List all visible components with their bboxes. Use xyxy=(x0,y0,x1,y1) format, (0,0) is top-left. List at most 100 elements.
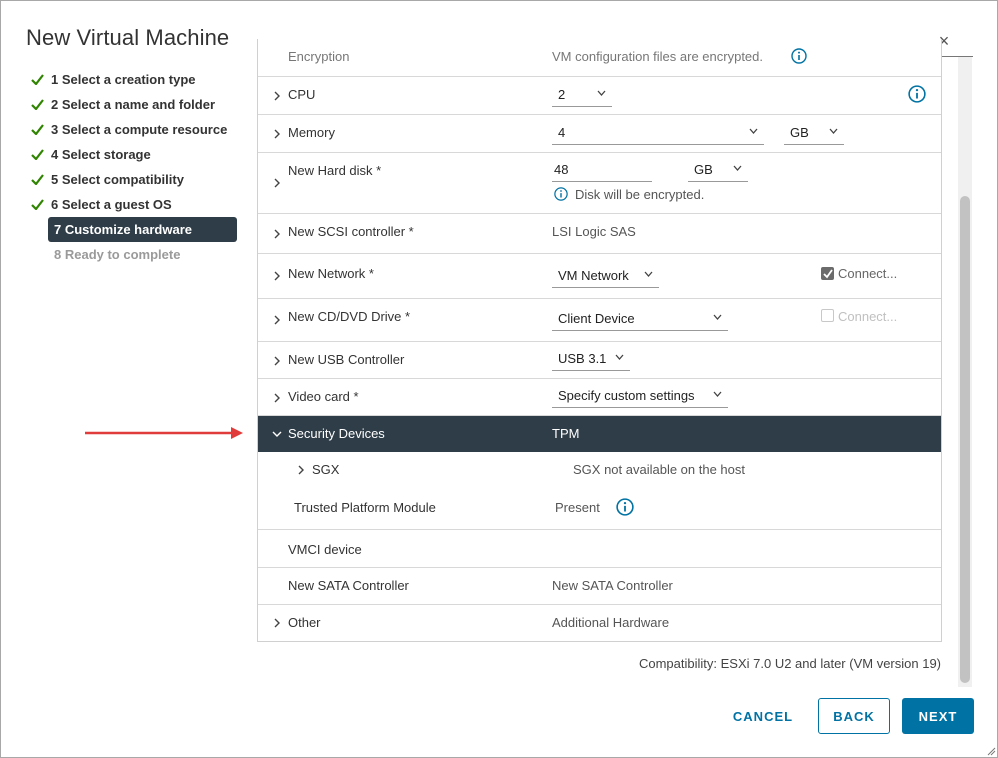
chevron-down-icon xyxy=(615,354,624,360)
hard-disk-unit-select[interactable]: GB xyxy=(688,160,748,182)
cd-dvd-connect-label: Connect... xyxy=(838,309,898,324)
memory-unit: GB xyxy=(790,125,809,140)
row-sata-controller: New SATA Controller New SATA Controller xyxy=(258,568,941,605)
security-devices-value: TPM xyxy=(552,426,580,441)
scsi-value: LSI Logic SAS xyxy=(552,224,636,239)
row-sgx[interactable]: SGX SGX not available on the host xyxy=(258,452,941,488)
step-6[interactable]: 6 Select a guest OS xyxy=(31,192,241,217)
vmci-label: VMCI device xyxy=(288,542,362,557)
chevron-down-icon xyxy=(713,391,722,397)
row-security-devices[interactable]: Security Devices TPM xyxy=(258,416,941,452)
next-button[interactable]: NEXT xyxy=(902,698,974,734)
compatibility-text: Compatibility: ESXi 7.0 U2 and later (VM… xyxy=(638,656,941,671)
security-devices-label: Security Devices xyxy=(288,426,385,441)
memory-unit-select[interactable]: GB xyxy=(784,123,844,145)
video-card-value: Specify custom settings xyxy=(558,388,695,403)
sata-label: New SATA Controller xyxy=(288,578,409,593)
step-label: 1 Select a creation type xyxy=(51,72,196,87)
scsi-label: New SCSI controller * xyxy=(288,224,414,239)
hard-disk-size-input[interactable]: 48 xyxy=(552,160,652,182)
hardware-panel: Encryption VM configuration files are en… xyxy=(257,39,942,642)
step-3[interactable]: 3 Select a compute resource xyxy=(31,117,241,142)
network-connect-label: Connect... xyxy=(838,266,898,281)
row-cd-dvd[interactable]: New CD/DVD Drive * Client Device Connect… xyxy=(258,299,941,342)
cd-dvd-value: Client Device xyxy=(558,311,635,326)
video-card-select[interactable]: Specify custom settings xyxy=(552,386,728,408)
row-usb-controller[interactable]: New USB Controller USB 3.1 xyxy=(258,342,941,379)
chevron-right-icon[interactable] xyxy=(272,129,282,139)
chevron-right-icon[interactable] xyxy=(272,229,282,239)
scrollbar-thumb[interactable] xyxy=(960,196,970,683)
chevron-down-icon xyxy=(597,90,606,96)
cd-dvd-select[interactable]: Client Device xyxy=(552,309,728,331)
network-label: New Network * xyxy=(288,266,374,281)
step-1[interactable]: 1 Select a creation type xyxy=(31,67,241,92)
chevron-right-icon[interactable] xyxy=(272,91,282,101)
row-cpu[interactable]: CPU 2 xyxy=(258,77,941,115)
row-scsi-controller[interactable]: New SCSI controller * LSI Logic SAS xyxy=(258,214,941,254)
network-connect-checkbox[interactable] xyxy=(821,267,834,280)
checkmark-icon xyxy=(31,199,51,210)
memory-input[interactable]: 4 xyxy=(552,123,764,145)
video-card-label: Video card * xyxy=(288,389,359,404)
chevron-right-icon[interactable] xyxy=(296,465,306,475)
chevron-right-icon[interactable] xyxy=(272,356,282,366)
chevron-down-icon xyxy=(713,314,722,320)
dialog-title: New Virtual Machine xyxy=(26,25,230,50)
step-label: 7 Customize hardware xyxy=(54,222,192,237)
wizard-steps: 1 Select a creation type 2 Select a name… xyxy=(31,67,241,267)
annotation-arrow-icon xyxy=(85,427,243,439)
step-label: 5 Select compatibility xyxy=(51,172,184,187)
row-hard-disk[interactable]: New Hard disk * 48 GB Disk will be encry… xyxy=(258,153,941,214)
chevron-down-icon xyxy=(829,128,838,134)
usb-select[interactable]: USB 3.1 xyxy=(552,349,630,371)
encryption-value: VM configuration files are encrypted. xyxy=(552,49,763,64)
tpm-value: Present xyxy=(555,500,600,515)
sgx-label: SGX xyxy=(312,462,340,477)
chevron-down-icon xyxy=(644,271,653,277)
new-vm-dialog: New Virtual Machine × 1 Select a creatio… xyxy=(0,0,998,758)
step-label: 2 Select a name and folder xyxy=(51,97,216,112)
info-icon[interactable] xyxy=(616,498,634,516)
chevron-right-icon[interactable] xyxy=(272,178,282,188)
chevron-right-icon[interactable] xyxy=(272,618,282,628)
other-value: Additional Hardware xyxy=(552,615,670,630)
usb-value: USB 3.1 xyxy=(558,351,607,366)
step-8: 8 Ready to complete xyxy=(31,242,241,267)
row-other[interactable]: Other Additional Hardware xyxy=(258,605,941,641)
chevron-right-icon[interactable] xyxy=(272,271,282,281)
chevron-right-icon[interactable] xyxy=(272,393,282,403)
checkmark-icon xyxy=(31,124,51,135)
chevron-down-icon[interactable] xyxy=(272,429,282,439)
other-label: Other xyxy=(288,615,321,630)
step-7-active[interactable]: 7 Customize hardware xyxy=(48,217,237,242)
cpu-select[interactable]: 2 xyxy=(552,85,612,107)
cancel-button[interactable]: CANCEL xyxy=(723,698,803,734)
memory-value: 4 xyxy=(558,125,566,140)
row-memory[interactable]: Memory 4 GB xyxy=(258,115,941,153)
hard-disk-label: New Hard disk * xyxy=(288,163,382,178)
step-2[interactable]: 2 Select a name and folder xyxy=(31,92,241,117)
info-icon[interactable] xyxy=(791,48,807,64)
cpu-label: CPU xyxy=(288,87,316,102)
checkmark-icon xyxy=(31,149,51,160)
step-label: 3 Select a compute resource xyxy=(51,122,228,137)
step-label: 6 Select a guest OS xyxy=(51,197,172,212)
checkmark-icon xyxy=(31,74,51,85)
network-select[interactable]: VM Network xyxy=(552,266,659,288)
step-4[interactable]: 4 Select storage xyxy=(31,142,241,167)
back-button[interactable]: BACK xyxy=(818,698,890,734)
cd-dvd-connect-checkbox xyxy=(821,309,834,322)
row-encryption: Encryption VM configuration files are en… xyxy=(258,39,941,77)
network-value: VM Network xyxy=(558,268,629,283)
checkmark-icon xyxy=(31,99,51,110)
row-tpm: Trusted Platform Module Present xyxy=(258,488,941,530)
cpu-value: 2 xyxy=(558,87,566,102)
row-network[interactable]: New Network * VM Network Connect... xyxy=(258,254,941,299)
step-5[interactable]: 5 Select compatibility xyxy=(31,167,241,192)
chevron-down-icon xyxy=(749,128,758,134)
info-icon[interactable] xyxy=(908,85,926,103)
row-video-card[interactable]: Video card * Specify custom settings xyxy=(258,379,941,416)
resize-grip-icon[interactable] xyxy=(986,746,996,756)
chevron-right-icon[interactable] xyxy=(272,315,282,325)
